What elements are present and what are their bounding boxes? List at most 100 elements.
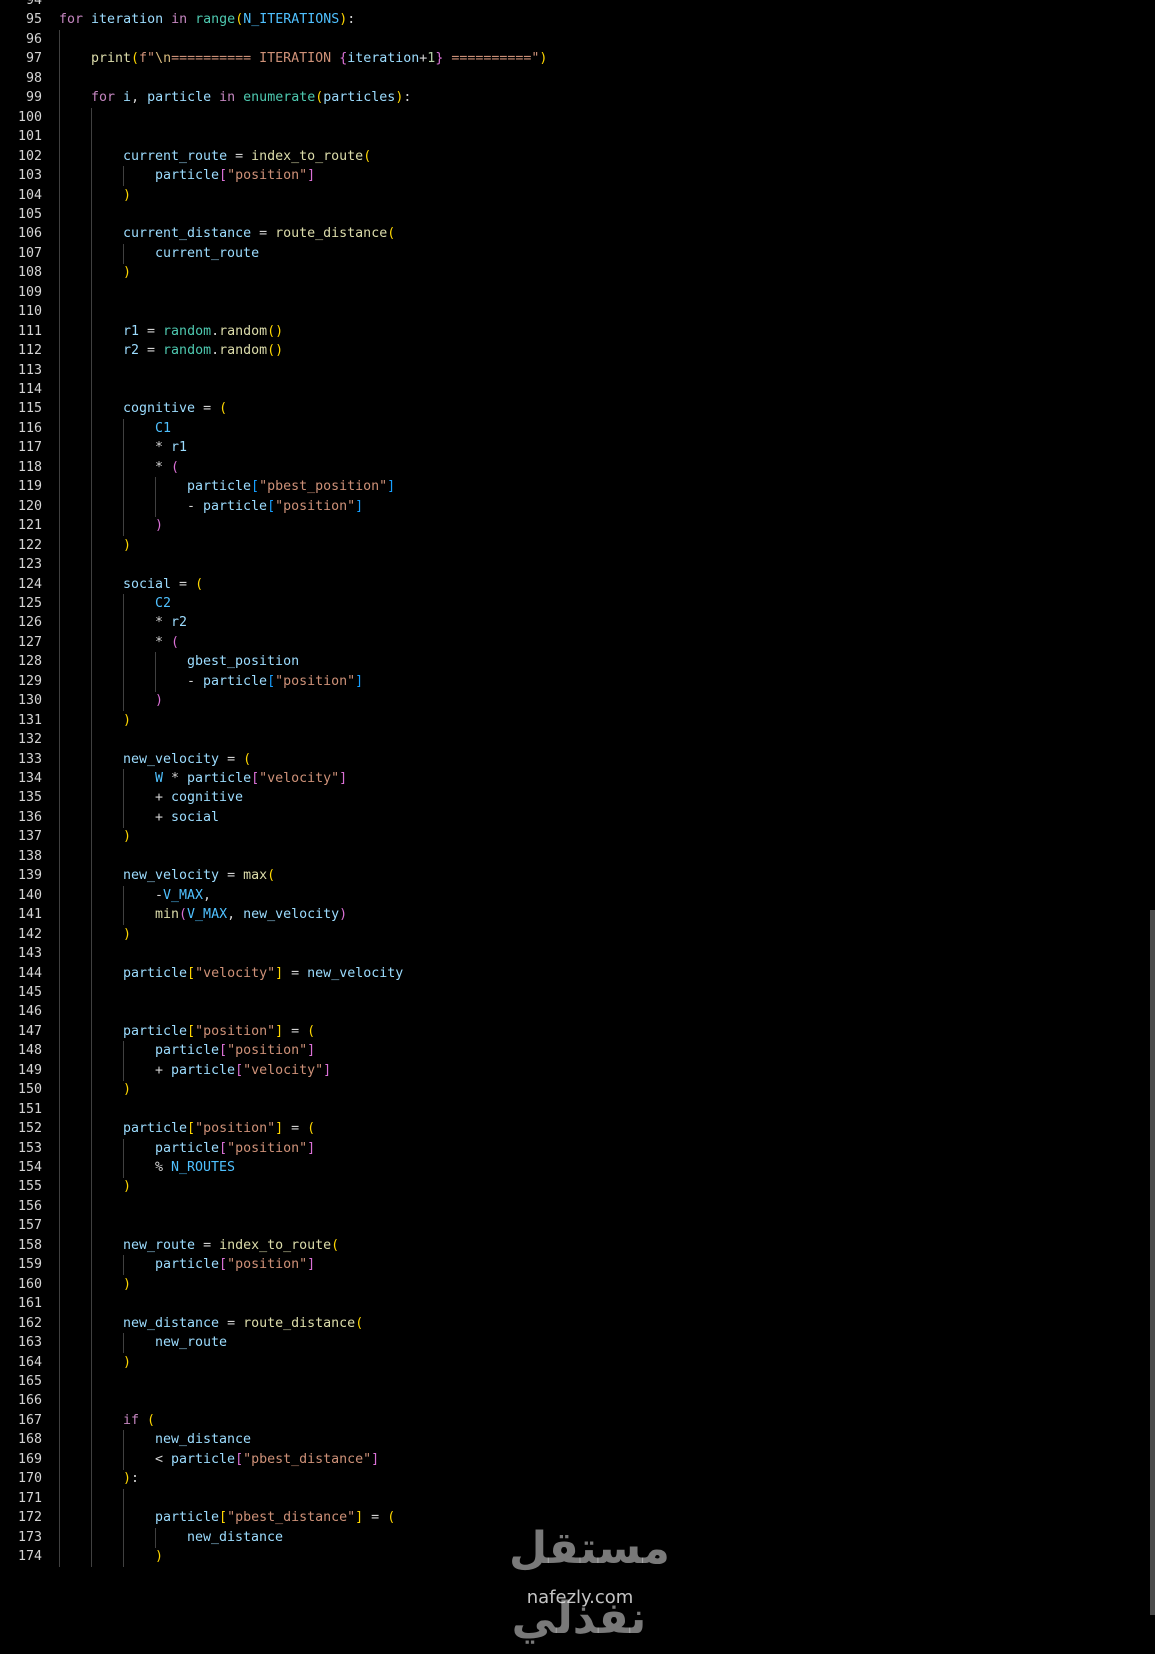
code-line[interactable]: 152 particle["position"] = (	[0, 1119, 1150, 1140]
code-line[interactable]: 134 W * particle["velocity"]	[0, 769, 1150, 789]
indent-guide	[91, 924, 92, 945]
code-line[interactable]: 170):	[0, 1469, 1150, 1490]
code-line[interactable]: 127 * (	[0, 632, 1150, 653]
code-line[interactable]: 151	[0, 1099, 1150, 1120]
indent-guide	[91, 846, 92, 867]
code-line[interactable]: 98	[0, 68, 1150, 89]
code-line[interactable]: 125 C2	[0, 593, 1150, 614]
code-line[interactable]: 100	[0, 107, 1150, 128]
code-line[interactable]: 118 * (	[0, 457, 1150, 478]
code-line[interactable]: 163 new_route	[0, 1333, 1150, 1354]
code-line[interactable]: 145	[0, 982, 1150, 1003]
code-line[interactable]: 154% N_ROUTES	[0, 1158, 1150, 1178]
code-token: particle	[187, 771, 252, 786]
code-line[interactable]: 128 gbest_position	[0, 652, 1150, 673]
line-number: 97	[25, 51, 42, 67]
code-token: "velocity"	[243, 1062, 324, 1078]
code-line[interactable]: 140 -V_MAX,	[0, 885, 1150, 906]
indent-guide	[123, 516, 124, 537]
code-token: )	[123, 829, 132, 845]
code-line[interactable]: 116 C1	[0, 418, 1150, 439]
code-line[interactable]: 129 - particle["position"]	[0, 671, 1150, 692]
code-line[interactable]: 113	[0, 360, 1150, 381]
code-token: )	[123, 537, 132, 553]
indent-guide	[123, 1158, 124, 1178]
code-line[interactable]: 96	[0, 29, 1150, 50]
code-line[interactable]: 160)	[0, 1274, 1150, 1295]
code-line[interactable]: 141 min(V_MAX, new_velocity)	[0, 905, 1150, 926]
code-line[interactable]: 95 for iteration in range(N_ITERATIONS):	[0, 10, 1150, 30]
code-line[interactable]: 101	[0, 127, 1150, 148]
code-token: )	[123, 265, 132, 281]
code-line[interactable]: 112 r2 = random.random()	[0, 341, 1150, 362]
indent-guide	[91, 185, 92, 206]
code-token: ]	[339, 771, 348, 786]
code-line[interactable]: 147 particle["position"] = (	[0, 1021, 1150, 1042]
code-line[interactable]: 136 + social	[0, 807, 1150, 828]
code-line[interactable]: 146	[0, 1002, 1150, 1023]
code-line[interactable]: 138	[0, 846, 1150, 867]
code-line[interactable]: 121)	[0, 516, 1150, 537]
code-token: new_velocity	[243, 907, 340, 923]
code-line[interactable]: 167 if (	[0, 1410, 1150, 1431]
code-line[interactable]: 161	[0, 1294, 1150, 1315]
code-line[interactable]: 120 - particle["position"]	[0, 496, 1150, 517]
code-line[interactable]: 171	[0, 1488, 1150, 1509]
code-line[interactable]: 137)	[0, 827, 1150, 848]
code-line[interactable]: 111 r1 = random.random()	[0, 321, 1150, 342]
code-token: iteration	[347, 51, 420, 67]
code-line[interactable]: 124 social = (	[0, 574, 1150, 595]
code-text: new_route	[155, 1333, 227, 1353]
code-token: )	[123, 926, 132, 942]
code-line[interactable]: 149 + particle["velocity"]	[0, 1060, 1150, 1081]
code-line[interactable]: 135 + cognitive	[0, 788, 1150, 809]
code-line[interactable]: 169 < particle["pbest_distance"]	[0, 1449, 1150, 1470]
code-line[interactable]: 150)	[0, 1080, 1150, 1101]
code-line[interactable]: 103 particle["position"]	[0, 166, 1150, 187]
code-line[interactable]: 119 particle["pbest_position"]	[0, 477, 1150, 498]
code-line[interactable]: 168 new_distance	[0, 1430, 1150, 1451]
code-editor[interactable]: 94 95 for iteration in range(N_ITERATIONS)…	[0, 0, 1155, 1615]
code-line[interactable]: 117 * r1	[0, 438, 1150, 459]
code-token: range	[195, 12, 236, 28]
code-line[interactable]: 102 current_route = index_to_route(	[0, 146, 1150, 167]
code-line[interactable]: 144 particle["velocity"] = new_velocity	[0, 963, 1150, 984]
code-line[interactable]: 156	[0, 1196, 1150, 1217]
code-line[interactable]: 123	[0, 555, 1150, 576]
code-line[interactable]: 109	[0, 282, 1150, 303]
code-line[interactable]: 114	[0, 380, 1150, 400]
code-line[interactable]: 97 print(f"\n========== ITERATION {iterat…	[0, 49, 1150, 70]
vertical-scrollbar[interactable]	[1150, 910, 1155, 1615]
code-line[interactable]: 162 new_distance = route_distance(	[0, 1313, 1150, 1334]
code-line[interactable]: 108)	[0, 263, 1150, 284]
code-line[interactable]: 131)	[0, 710, 1150, 731]
code-line[interactable]: 165	[0, 1371, 1150, 1392]
code-line[interactable]: 148 particle["position"]	[0, 1041, 1150, 1062]
code-line[interactable]: 107 current_route	[0, 243, 1150, 264]
code-line[interactable]: 155)	[0, 1177, 1150, 1198]
code-line[interactable]: 115 cognitive = (	[0, 399, 1150, 420]
code-line[interactable]: 159 particle["position"]	[0, 1255, 1150, 1276]
code-line[interactable]: 104)	[0, 185, 1150, 206]
line-number: 135	[17, 790, 42, 806]
code-line[interactable]: 132	[0, 730, 1150, 751]
code-line[interactable]: 110	[0, 302, 1150, 323]
code-line[interactable]: 153 particle["position"]	[0, 1138, 1150, 1159]
code-line[interactable]: 126 * r2	[0, 613, 1150, 634]
indent-guide	[59, 982, 60, 1003]
code-line[interactable]: 133 new_velocity = (	[0, 749, 1150, 770]
code-line[interactable]: 105	[0, 204, 1150, 225]
code-line[interactable]: 99 for i, particle in enumerate(particles…	[0, 88, 1150, 109]
code-line[interactable]: 122)	[0, 535, 1150, 556]
code-line[interactable]: 130)	[0, 691, 1150, 712]
code-line[interactable]: 164)	[0, 1352, 1150, 1373]
code-line[interactable]: 158 new_route = index_to_route(	[0, 1235, 1150, 1256]
code-token: =	[283, 965, 308, 981]
code-line[interactable]: 166	[0, 1391, 1150, 1412]
code-line[interactable]: 143	[0, 944, 1150, 965]
code-line[interactable]: 157	[0, 1216, 1150, 1237]
code-line[interactable]: 139 new_velocity = max(	[0, 866, 1150, 887]
code-line[interactable]: 106 current_distance = route_distance(	[0, 224, 1150, 245]
code-line[interactable]: 142)	[0, 924, 1150, 945]
code-line[interactable]: 94	[0, 0, 1150, 11]
